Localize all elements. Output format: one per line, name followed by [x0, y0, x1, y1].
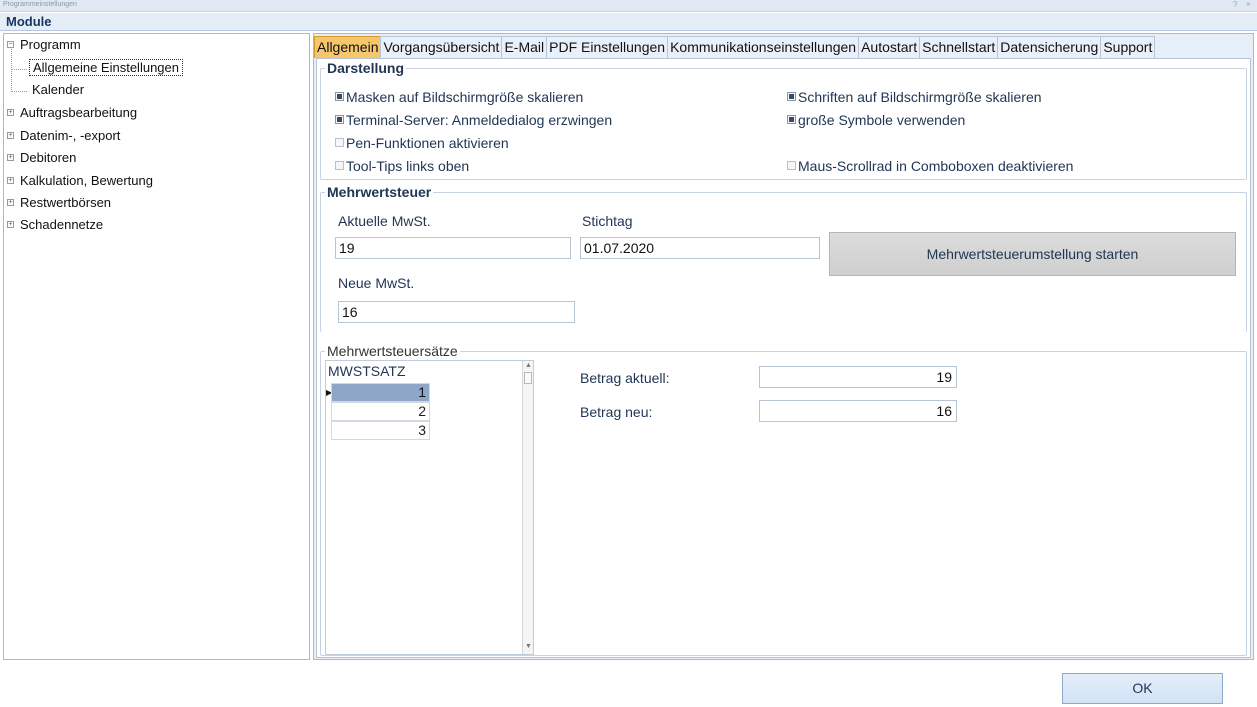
checkbox-unchecked-icon[interactable] [335, 161, 344, 170]
scrollbar-thumb[interactable] [524, 372, 532, 384]
expand-icon[interactable]: + [7, 221, 14, 228]
aktuelle-mwst-input[interactable]: 19 [335, 237, 571, 259]
checkbox-unchecked-icon[interactable] [787, 161, 796, 170]
module-header-label: Module [6, 14, 52, 29]
tab-autostart[interactable]: Autostart [858, 36, 921, 58]
checkbox-checked-icon[interactable] [335, 115, 344, 124]
mwst-umstellung-button[interactable]: Mehrwertsteuerumstellung starten [829, 232, 1236, 276]
scroll-down-icon[interactable]: ▼ [525, 643, 532, 650]
betrag-neu-input[interactable]: 16 [759, 400, 957, 422]
checkbox-checked-icon[interactable] [787, 115, 796, 124]
tab-vorgangsuebersicht[interactable]: Vorgangsübersicht [380, 36, 503, 58]
checkbox-schriften-skalieren[interactable]: Schriften auf Bildschirmgröße skalieren [787, 89, 1042, 105]
tab-content: Darstellung Masken auf Bildschirmgröße s… [316, 58, 1251, 658]
tab-pdf-einstellungen[interactable]: PDF Einstellungen [546, 36, 669, 58]
close-icon[interactable]: × [1246, 0, 1251, 9]
checkbox-grosse-symbole[interactable]: große Symbole verwenden [787, 112, 965, 128]
expand-icon[interactable]: + [7, 154, 14, 161]
module-tree[interactable]: − Programm Allgemeine Einstellungen Kale… [3, 33, 310, 660]
tree-connector [11, 69, 27, 70]
tree-item-kalender[interactable]: Kalender [32, 82, 84, 97]
tree-item-auftragsbearbeitung[interactable]: Auftragsbearbeitung [20, 105, 137, 120]
module-header: Module [0, 13, 1257, 31]
tab-bar: Allgemein Vorgangsübersicht E-Mail PDF E… [314, 36, 1156, 58]
neue-mwst-label: Neue MwSt. [338, 275, 415, 291]
tab-datensicherung[interactable]: Datensicherung [997, 36, 1102, 58]
title-bar: Programmeinstellungen ? × [0, 0, 1257, 12]
tree-item-kalkulation-bewertung[interactable]: Kalkulation, Bewertung [20, 173, 153, 188]
tree-item-debitoren[interactable]: Debitoren [20, 150, 76, 165]
checkbox-unchecked-icon[interactable] [335, 138, 344, 147]
checkbox-terminal-server[interactable]: Terminal-Server: Anmeldedialog erzwingen [335, 112, 612, 128]
tree-item-restwertboersen[interactable]: Restwertbörsen [20, 195, 111, 210]
tree-item-datenim-export[interactable]: Datenim-, -export [20, 128, 120, 143]
expand-icon[interactable]: + [7, 109, 14, 116]
tab-kommunikationseinstellungen[interactable]: Kommunikationseinstellungen [667, 36, 860, 58]
stichtag-input[interactable]: 01.07.2020 [580, 237, 820, 259]
expand-icon[interactable]: + [7, 132, 14, 139]
mwst-title: Mehrwertsteuer [325, 184, 434, 200]
expand-icon[interactable]: + [7, 199, 14, 206]
checkbox-tooltips[interactable]: Tool-Tips links oben [335, 158, 469, 174]
tree-connector [11, 91, 27, 92]
table-row[interactable]: 3 [331, 421, 430, 440]
table-row[interactable]: 2 [331, 402, 430, 421]
mwst-saetze-title: Mehrwertsteuersätze [325, 343, 460, 359]
checkbox-masken-skalieren[interactable]: Masken auf Bildschirmgröße skalieren [335, 89, 583, 105]
darstellung-title: Darstellung [325, 60, 407, 76]
checkbox-checked-icon[interactable] [335, 92, 344, 101]
tab-support[interactable]: Support [1100, 36, 1156, 58]
grid-scrollbar[interactable]: ▲ ▼ [522, 361, 533, 654]
window-title: Programmeinstellungen [3, 1, 77, 8]
aktuelle-mwst-label: Aktuelle MwSt. [338, 213, 431, 229]
tab-allgemein[interactable]: Allgemein [314, 36, 382, 58]
stichtag-label: Stichtag [582, 213, 633, 229]
tab-email[interactable]: E-Mail [501, 36, 548, 58]
table-row[interactable]: 1 [331, 383, 430, 402]
betrag-aktuell-label: Betrag aktuell: [580, 370, 670, 386]
tree-connector [11, 49, 12, 92]
tab-schnellstart[interactable]: Schnellstart [919, 36, 999, 58]
checkbox-maus-scrollrad[interactable]: Maus-Scrollrad in Comboboxen deaktiviere… [787, 158, 1073, 174]
mwstsatz-grid[interactable]: MWSTSATZ ▶ 1 2 3 ▲ ▼ [325, 360, 534, 655]
expand-icon[interactable]: + [7, 177, 14, 184]
betrag-aktuell-input[interactable]: 19 [759, 366, 957, 388]
ok-button[interactable]: OK [1062, 673, 1223, 704]
neue-mwst-input[interactable]: 16 [338, 301, 575, 323]
darstellung-group: Darstellung Masken auf Bildschirmgröße s… [320, 60, 1247, 180]
tree-item-programm[interactable]: Programm [20, 37, 81, 52]
tree-item-schadennetze[interactable]: Schadennetze [20, 217, 103, 232]
column-header-mwstsatz[interactable]: MWSTSATZ [328, 363, 406, 379]
settings-panel: Allgemein Vorgangsübersicht E-Mail PDF E… [313, 33, 1254, 660]
help-icon[interactable]: ? [1233, 0, 1237, 9]
checkbox-checked-icon[interactable] [787, 92, 796, 101]
tree-item-allgemeine-einstellungen[interactable]: Allgemeine Einstellungen [29, 59, 183, 76]
collapse-icon[interactable]: − [7, 41, 14, 48]
betrag-neu-label: Betrag neu: [580, 404, 653, 420]
checkbox-pen-funktionen[interactable]: Pen-Funktionen aktivieren [335, 135, 509, 151]
scroll-up-icon[interactable]: ▲ [525, 362, 532, 369]
